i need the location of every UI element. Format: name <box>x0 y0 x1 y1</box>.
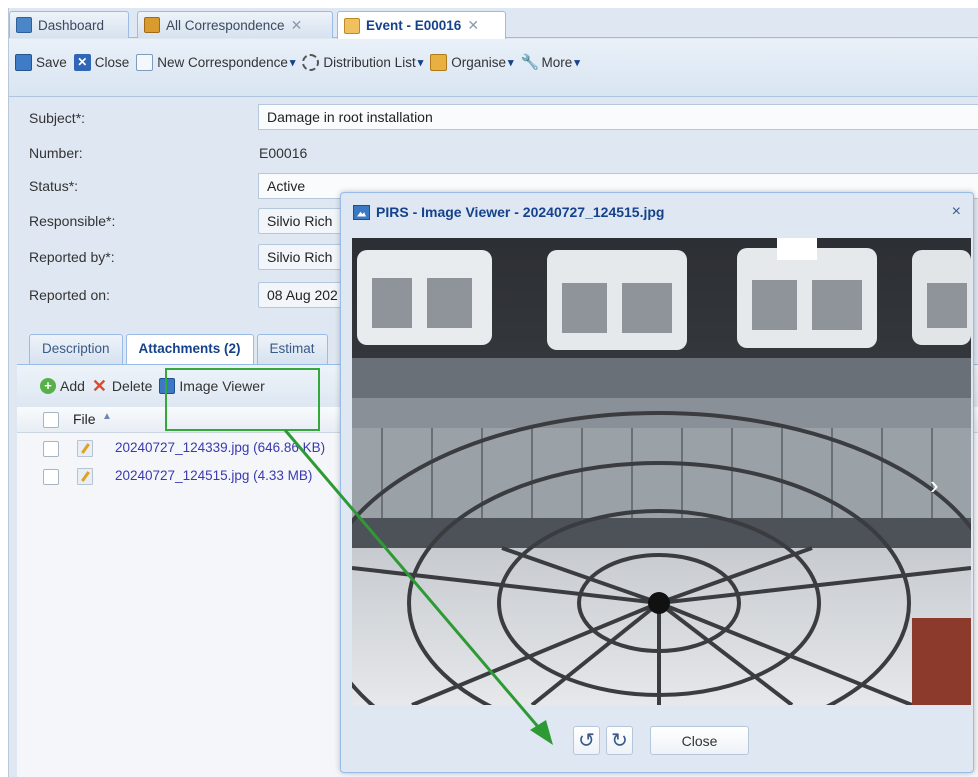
tab-event-e00016[interactable]: Event - E00016 ✕ <box>337 11 506 39</box>
close-label: Close <box>94 55 130 70</box>
close-icon[interactable]: ✕ <box>467 17 479 34</box>
add-icon: + <box>40 378 56 394</box>
close-icon[interactable]: ✕ <box>291 17 303 34</box>
tab-description[interactable]: Description <box>29 334 123 364</box>
chevron-down-icon: ▾ <box>417 57 424 69</box>
status-label: Status*: <box>29 178 79 194</box>
tab-all-correspondence[interactable]: All Correspondence ✕ <box>137 11 333 38</box>
chevron-down-icon: ▾ <box>574 57 580 69</box>
envelope-icon <box>136 54 154 71</box>
close-icon: ✕ <box>73 54 91 71</box>
main-toolbar: Save ✕ Close New Correspondence ▾ Distri… <box>9 39 978 97</box>
new-correspondence-label: New Correspondence <box>157 55 288 70</box>
save-label: Save <box>36 55 67 70</box>
detail-tabs: Description Attachments (2) Estimat <box>29 334 331 365</box>
row-checkbox[interactable] <box>43 441 59 457</box>
chevron-down-icon: ▾ <box>289 57 296 69</box>
image-viewer-dialog: PIRS - Image Viewer - 20240727_124515.jp… <box>340 192 974 773</box>
rotate-right-icon: ↻ <box>611 730 628 752</box>
dialog-close-icon[interactable]: × <box>952 203 961 221</box>
atrium-photo <box>352 238 971 705</box>
organise-label: Organise <box>451 55 507 70</box>
wrench-icon: 🔧 <box>520 54 540 71</box>
subject-label: Subject*: <box>29 110 86 126</box>
next-image-arrow[interactable]: › <box>930 470 939 501</box>
tab-attachments[interactable]: Attachments (2) <box>125 334 254 365</box>
highlight-box <box>165 368 320 431</box>
close-button[interactable]: ✕ Close <box>73 54 130 71</box>
number-value: E00016 <box>259 145 308 161</box>
tab-label: Event - E00016 <box>366 18 462 33</box>
rotate-left-button[interactable]: ↺ <box>573 726 600 755</box>
dialog-footer: ↺ ↻ Close <box>341 713 973 773</box>
select-all-checkbox[interactable] <box>43 412 59 428</box>
delete-button[interactable]: ✕ Delete <box>91 376 153 396</box>
refresh-circle-icon <box>302 54 320 71</box>
dialog-title: PIRS - Image Viewer - 20240727_124515.jp… <box>353 204 664 220</box>
distribution-list-button[interactable]: Distribution List ▾ <box>302 54 423 71</box>
subject-field[interactable]: Damage in root installation <box>258 104 978 130</box>
file-link[interactable]: 20240727_124339.jpg (646.86 KB) <box>115 440 325 455</box>
chevron-down-icon: ▾ <box>508 57 514 69</box>
add-button[interactable]: + Add <box>40 378 85 394</box>
responsible-label: Responsible*: <box>29 213 116 229</box>
rotate-right-button[interactable]: ↻ <box>606 726 633 755</box>
number-label: Number: <box>29 145 83 161</box>
organise-button[interactable]: Organise ▾ <box>430 54 514 71</box>
delete-icon: ✕ <box>91 376 108 396</box>
tab-label: All Correspondence <box>166 17 285 33</box>
add-label: Add <box>60 378 85 394</box>
rotate-left-icon: ↺ <box>578 730 595 752</box>
row-checkbox[interactable] <box>43 469 59 485</box>
file-link[interactable]: 20240727_124515.jpg (4.33 MB) <box>115 468 312 483</box>
tab-strip: Dashboard All Correspondence ✕ Event - E… <box>9 8 978 39</box>
more-button[interactable]: 🔧 More ▾ <box>521 54 580 71</box>
distribution-list-label: Distribution List <box>323 55 416 70</box>
image-icon <box>353 204 370 220</box>
tab-dashboard[interactable]: Dashboard <box>9 11 129 38</box>
more-label: More <box>541 55 573 70</box>
sort-asc-icon: ▲ <box>102 411 112 422</box>
dialog-title-text: PIRS - Image Viewer - 20240727_124515.jp… <box>376 204 665 220</box>
photo-view[interactable]: › <box>352 238 971 705</box>
new-correspondence-button[interactable]: New Correspondence ▾ <box>136 54 295 71</box>
reported-on-label: Reported on: <box>29 287 110 303</box>
close-button[interactable]: Close <box>650 726 749 755</box>
folder-icon <box>430 54 448 71</box>
edit-document-icon <box>77 468 93 485</box>
event-icon <box>344 17 360 34</box>
reported-by-label: Reported by*: <box>29 249 115 265</box>
delete-label: Delete <box>111 378 153 394</box>
folder-icon <box>144 17 160 33</box>
save-icon <box>15 54 32 71</box>
file-column-header[interactable]: File <box>73 411 96 427</box>
edit-document-icon <box>77 440 93 457</box>
tab-estimates[interactable]: Estimat <box>256 334 328 364</box>
save-button[interactable]: Save <box>15 54 67 71</box>
tab-label: Dashboard <box>38 17 105 33</box>
dashboard-icon <box>16 17 32 33</box>
